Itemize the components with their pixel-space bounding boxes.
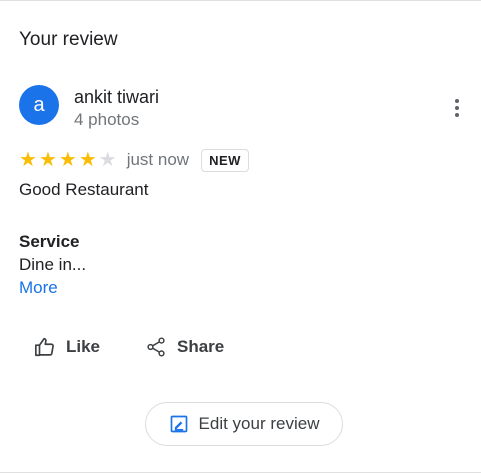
avatar-letter: a	[33, 93, 45, 116]
star-icon: ★	[38, 149, 57, 171]
edit-review-button[interactable]: Edit your review	[145, 402, 343, 446]
avatar[interactable]: a	[19, 85, 59, 125]
edit-review-label: Edit your review	[198, 414, 320, 433]
author-photo-count: 4 photos	[74, 110, 140, 129]
review-time: just now	[126, 150, 190, 169]
rating-row: ★ ★ ★ ★ ★ just now NEW	[19, 147, 249, 173]
star-icon: ★	[58, 149, 77, 171]
more-vert-icon[interactable]	[447, 95, 467, 121]
new-badge: NEW	[201, 148, 249, 172]
section-title: Your review	[19, 29, 118, 50]
share-label: Share	[177, 337, 225, 356]
more-link[interactable]: More	[19, 278, 58, 298]
like-label: Like	[66, 337, 101, 356]
share-button[interactable]: Share	[145, 331, 224, 363]
edit-icon	[170, 415, 187, 433]
like-button[interactable]: Like	[34, 331, 100, 363]
star-icon: ★	[78, 149, 97, 171]
review-text: Good Restaurant	[19, 180, 149, 199]
star-rating: ★ ★ ★ ★ ★	[19, 150, 117, 170]
author-name[interactable]: ankit tiwari	[74, 87, 159, 108]
share-icon	[147, 337, 165, 357]
review-card: Your review a ankit tiwari 4 photos ★ ★ ★ ★…	[0, 0, 481, 473]
attribute-value: Dine in...	[19, 255, 87, 274]
star-icon: ★	[19, 149, 37, 171]
attribute-label: Service	[19, 232, 80, 251]
star-icon: ★	[98, 149, 117, 171]
thumbs-up-icon	[35, 337, 54, 357]
